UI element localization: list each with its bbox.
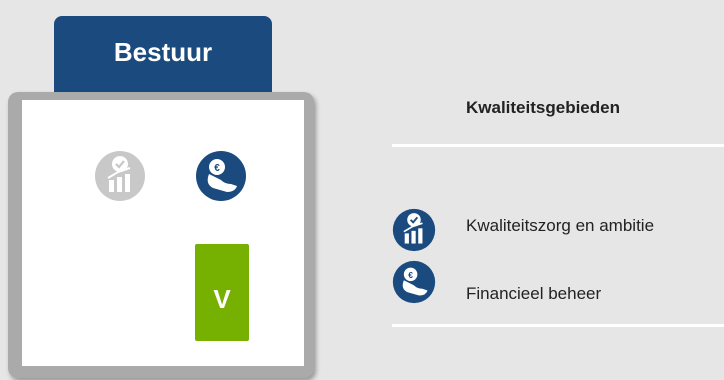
- svg-text:€: €: [214, 163, 220, 174]
- divider: [392, 144, 724, 147]
- legend-title: Kwaliteitsgebieden: [466, 98, 620, 117]
- legend-label-quality: Kwaliteitszorg en ambitie: [466, 216, 655, 235]
- quality-ambition-icon: [94, 150, 146, 202]
- card-content: € V: [22, 100, 304, 366]
- legend-label-finance: Financieel beheer: [466, 284, 602, 303]
- standard-card: € V: [8, 92, 314, 378]
- score-label: V: [213, 284, 231, 314]
- score-badge: V: [195, 244, 249, 341]
- divider: [392, 324, 724, 327]
- tab-label: Bestuur: [113, 36, 213, 67]
- tab-bestuur[interactable]: Bestuur: [54, 16, 272, 92]
- quality-ambition-icon: [392, 208, 436, 257]
- svg-text:€: €: [408, 270, 413, 280]
- financial-management-icon: €: [392, 260, 436, 309]
- financial-management-icon: €: [195, 150, 247, 202]
